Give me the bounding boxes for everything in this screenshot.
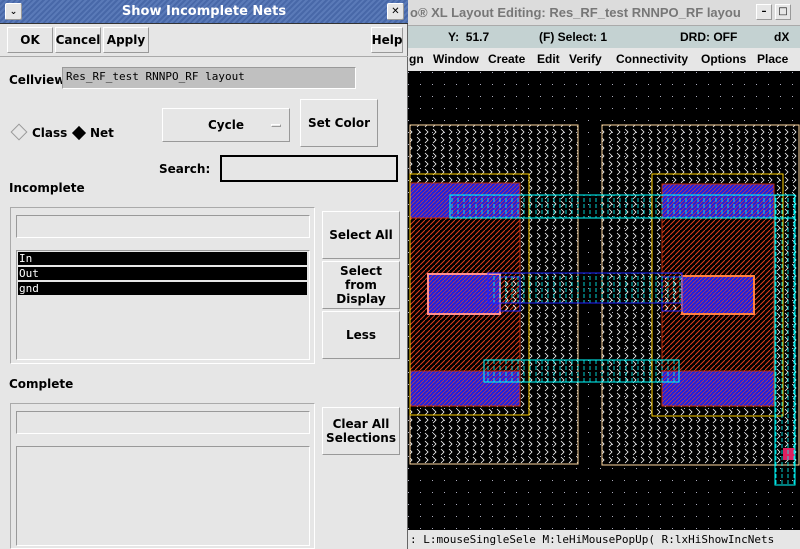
dialog-title: Show Incomplete Nets	[121, 4, 287, 19]
complete-frame	[10, 403, 315, 549]
class-radio-label: Class	[32, 126, 68, 140]
incomplete-filter-input[interactable]	[16, 215, 310, 238]
dialog-title-bar: ⌄ Show Incomplete Nets ✕	[0, 0, 408, 24]
help-button[interactable]: Help	[371, 27, 403, 53]
minimize-button[interactable]: –	[756, 4, 772, 20]
layout-editor-window: o® XL Layout Editing: Res_RF_test RNNPO_…	[408, 0, 800, 549]
cancel-button[interactable]: Cancel	[55, 27, 101, 53]
menu-design[interactable]: gn	[409, 52, 424, 66]
select-count: (F) Select: 1	[539, 30, 608, 44]
menu-create[interactable]: Create	[488, 52, 525, 66]
complete-list[interactable]	[16, 446, 310, 546]
menu-edit[interactable]: Edit	[537, 52, 560, 66]
menu-options[interactable]: Options	[701, 52, 746, 66]
search-input[interactable]	[220, 155, 398, 182]
ok-button[interactable]: OK	[7, 27, 53, 53]
cellview-field: Res_RF_test RNNPO_RF layout	[62, 67, 356, 89]
net-radio-label: Net	[90, 126, 114, 140]
list-item[interactable]: In	[18, 252, 307, 265]
layout-status-bar: Y: 51.7 (F) Select: 1 DRD: OFF dX	[408, 26, 800, 48]
maximize-button[interactable]: □	[775, 4, 791, 20]
drd-status: DRD: OFF	[680, 30, 738, 44]
list-item[interactable]: gnd	[18, 282, 307, 295]
complete-filter-input[interactable]	[16, 411, 310, 434]
complete-label: Complete	[9, 377, 74, 391]
less-button[interactable]: Less	[322, 311, 400, 359]
select-all-button[interactable]: Select All	[322, 211, 400, 259]
cellview-label: Cellview	[9, 73, 66, 87]
menu-place[interactable]: Place	[757, 52, 788, 66]
menu-connectivity[interactable]: Connectivity	[616, 52, 688, 66]
layout-window-title: o® XL Layout Editing: Res_RF_test RNNPO_…	[410, 5, 741, 20]
layout-menu-bar: gn Window Create Edit Verify Connectivit…	[408, 48, 800, 71]
select-from-display-button[interactable]: Select from Display	[322, 261, 400, 309]
class-radio[interactable]	[10, 123, 28, 141]
layout-title-bar: o® XL Layout Editing: Res_RF_test RNNPO_…	[408, 0, 800, 26]
apply-button[interactable]: Apply	[103, 27, 149, 53]
menu-verify[interactable]: Verify	[569, 52, 602, 66]
cycle-dropdown[interactable]: Cycle	[162, 108, 290, 142]
mouse-bindings-status: : L:mouseSingleSele M:leHiMousePopUp( R:…	[408, 530, 800, 549]
search-label: Search:	[159, 162, 211, 176]
divider	[0, 56, 408, 57]
show-incomplete-nets-dialog: ⌄ Show Incomplete Nets ✕ OK Cancel Apply…	[0, 0, 408, 549]
incomplete-label: Incomplete	[9, 181, 85, 195]
cycle-label: Cycle	[208, 118, 244, 132]
net-radio[interactable]	[71, 125, 87, 141]
close-button[interactable]: ✕	[387, 3, 404, 20]
y-coordinate: Y: 51.7	[448, 30, 490, 44]
dx-readout: dX	[774, 30, 790, 44]
list-item[interactable]: Out	[18, 267, 307, 280]
clear-all-selections-button[interactable]: Clear All Selections	[322, 407, 400, 455]
layout-canvas[interactable]	[408, 71, 800, 530]
option-menu-icon	[271, 124, 281, 127]
menu-window[interactable]: Window	[433, 52, 479, 66]
set-color-button[interactable]: Set Color	[300, 99, 378, 147]
